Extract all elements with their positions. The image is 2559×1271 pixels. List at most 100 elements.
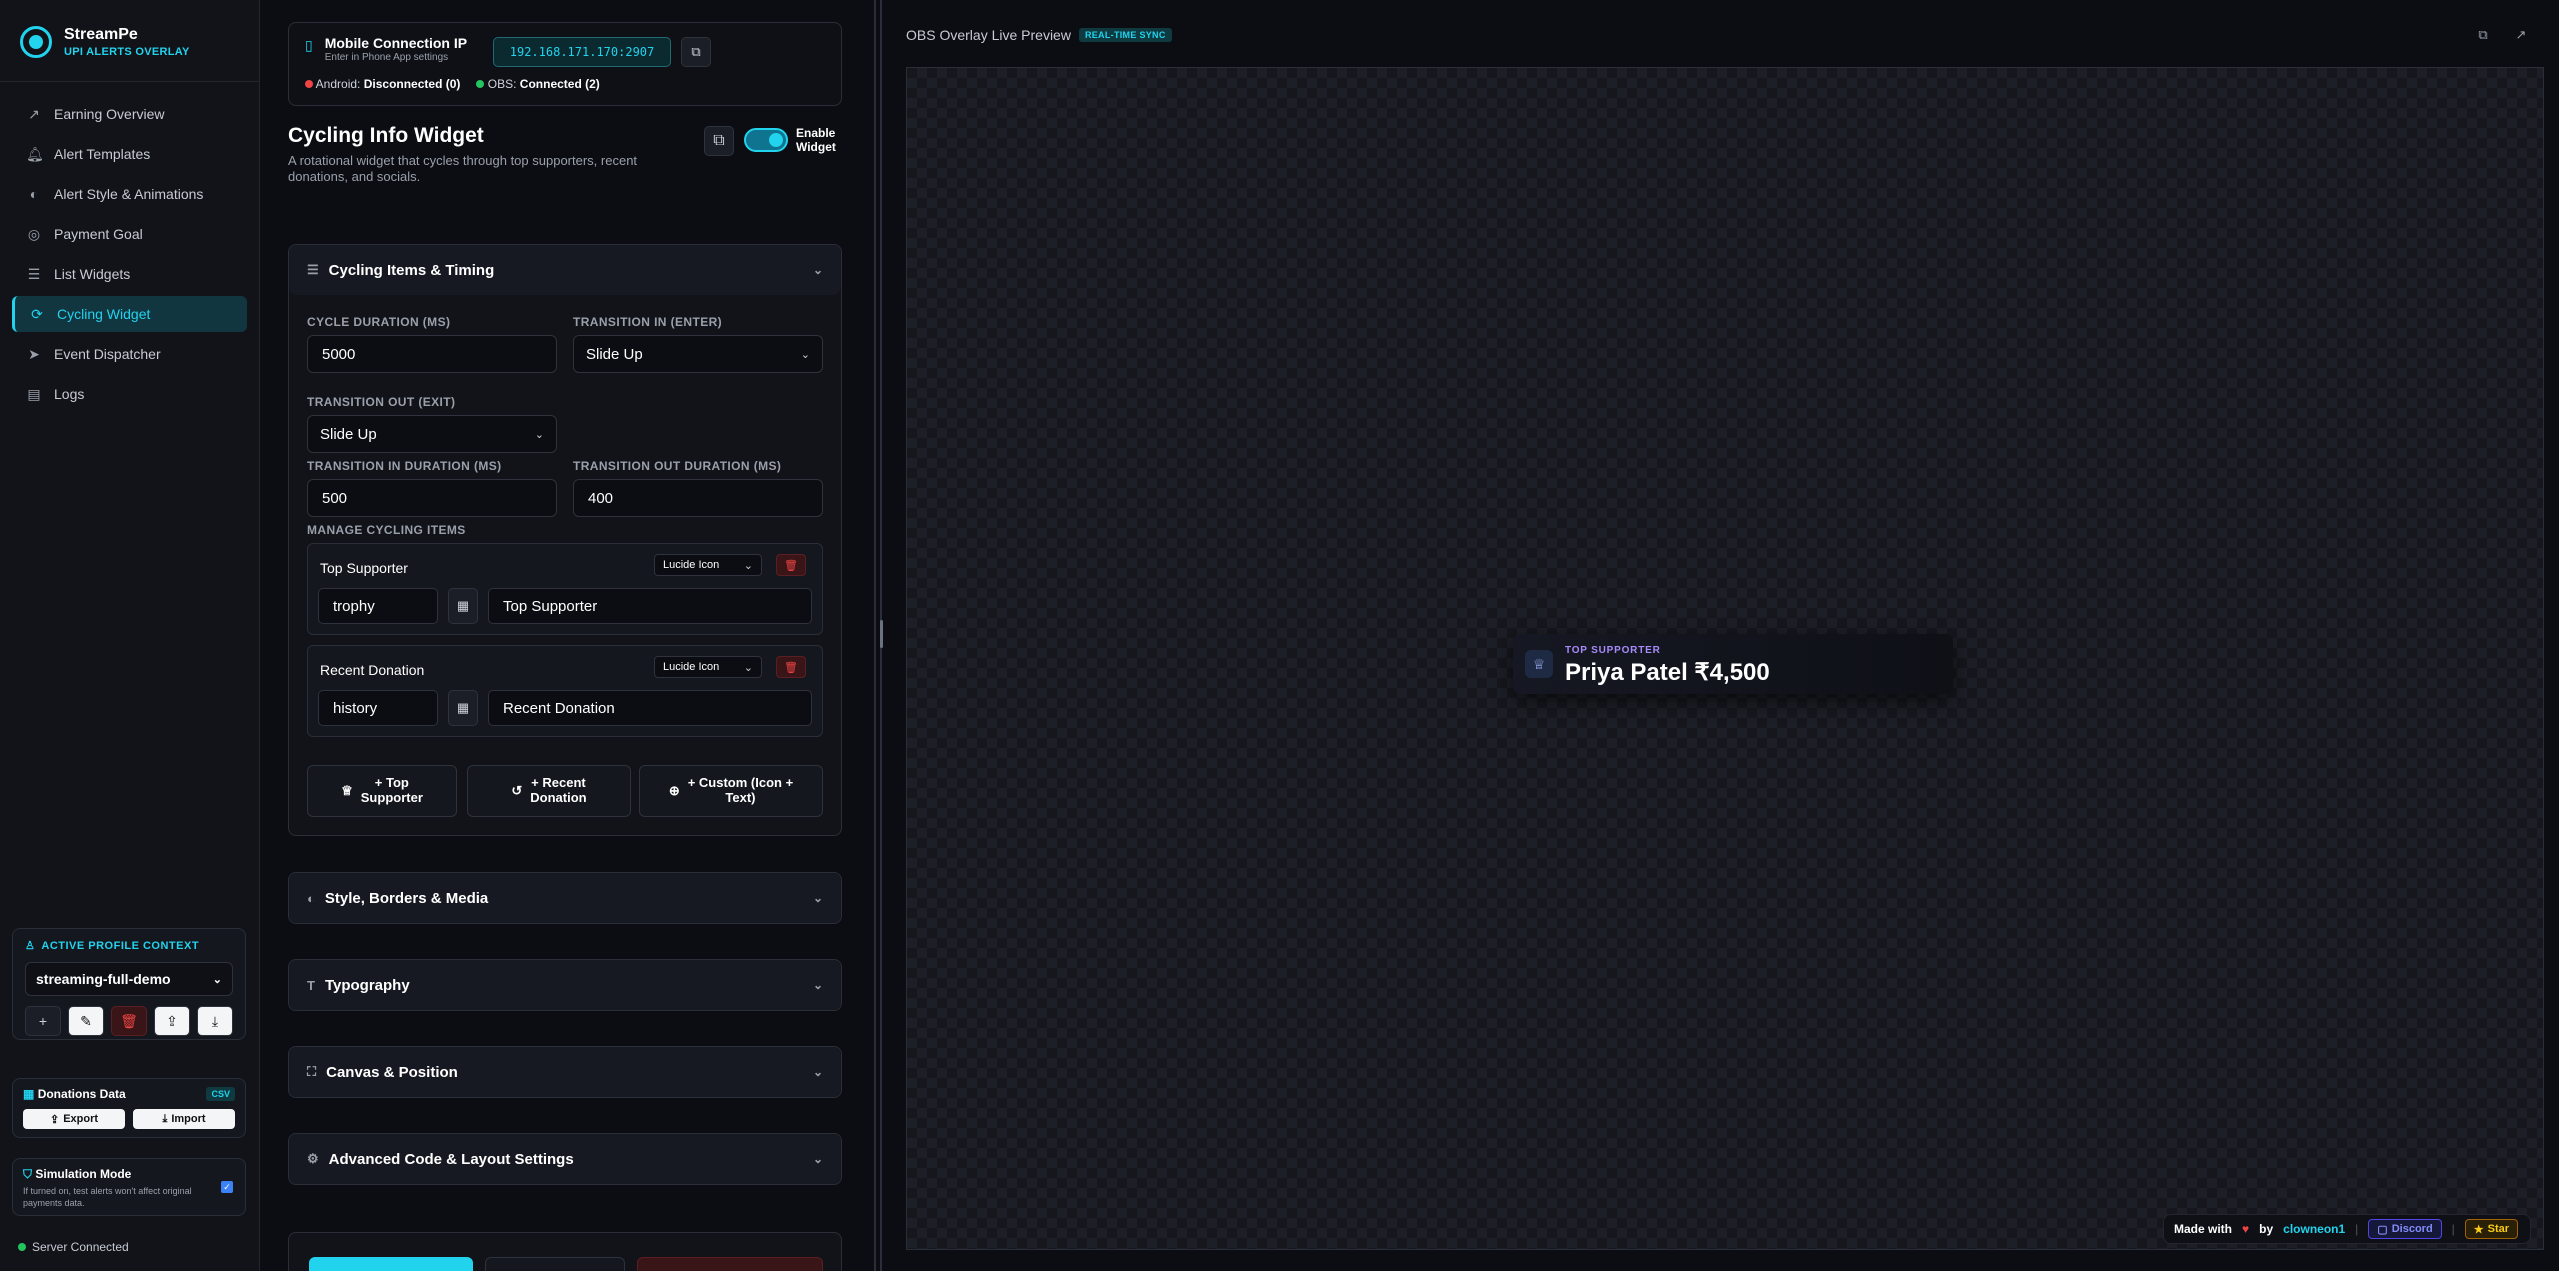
plus-icon: + xyxy=(38,1013,48,1029)
sidebar-item-alert-templates[interactable]: 🔔︎ Alert Templates xyxy=(12,136,247,172)
sidebar-item-list-widgets[interactable]: ☰ List Widgets xyxy=(12,256,247,292)
transition-out-duration-input[interactable]: 400 xyxy=(573,479,823,517)
sidebar-item-label: Logs xyxy=(54,386,85,402)
transition-out-duration-label: TRANSITION OUT DURATION (MS) xyxy=(573,459,782,473)
page-title: Cycling Info Widget xyxy=(288,124,484,147)
sidebar-item-payment-goal[interactable]: ◎ Payment Goal xyxy=(12,216,247,252)
brand: StreamPe UPI ALERTS OVERLAY xyxy=(0,0,259,82)
canvas-position-section: ⛶ Canvas & Position ⌄ xyxy=(288,1046,842,1098)
status-dot-icon xyxy=(476,80,485,88)
icon-picker-button[interactable]: ▦ xyxy=(448,588,478,624)
transition-in-select[interactable]: Slide Up ⌄ xyxy=(573,335,823,373)
style-borders-header[interactable]: ◐ Style, Borders & Media ⌄ xyxy=(289,873,841,923)
save-button[interactable] xyxy=(309,1257,473,1271)
import-button[interactable]: ⤓ Import xyxy=(133,1109,235,1129)
add-items-row: ♕ + Top Supporter ↺ + Recent Donation ⊕ + Cus… xyxy=(307,765,823,817)
cycling-item: Recent Donation Lucide Icon ⌄ 🗑︎ history … xyxy=(307,645,823,737)
cycling-items-body: CYCLE DURATION (MS) 5000 TRANSITION IN (… xyxy=(289,295,841,835)
ip-address-field[interactable]: 192.168.171.170:2907 xyxy=(493,37,671,67)
chevron-down-icon: ⌄ xyxy=(743,559,753,572)
brand-subtitle: UPI ALERTS OVERLAY xyxy=(64,45,190,58)
overlay-value: Priya Patel ₹4,500 xyxy=(1565,659,1770,686)
transition-out-select[interactable]: Slide Up ⌄ xyxy=(307,415,557,453)
action-buttons-bar xyxy=(288,1232,842,1271)
edit-profile-button[interactable]: ✎ xyxy=(68,1006,104,1036)
copy-icon[interactable]: ⧉ xyxy=(2474,26,2492,44)
expand-icon: ⛶ xyxy=(307,1064,317,1079)
delete-profile-button[interactable]: 🗑︎ xyxy=(111,1006,147,1036)
copy-ip-button[interactable]: ⧉ xyxy=(681,37,711,67)
profile-select[interactable]: streaming-full-demo ⌄ xyxy=(25,962,233,996)
chevron-down-icon: ⌄ xyxy=(812,891,823,905)
secondary-button[interactable] xyxy=(485,1257,625,1271)
sidebar-item-label: Alert Style & Animations xyxy=(54,186,204,202)
canvas-position-header[interactable]: ⛶ Canvas & Position ⌄ xyxy=(289,1047,841,1097)
sidebar-item-label: Earning Overview xyxy=(54,106,165,122)
trophy-icon: ♕ xyxy=(341,782,353,798)
add-top-line2: Supporter xyxy=(360,790,423,805)
add-custom-item-button[interactable]: ⊕ + Custom (Icon + Text) xyxy=(639,765,823,817)
cycling-items-header[interactable]: ☰ Cycling Items & Timing ⌄ xyxy=(289,245,841,295)
enable-label-line2: Widget xyxy=(796,140,836,155)
copy-widget-url-button[interactable]: ⧉ xyxy=(704,126,734,156)
palette-icon: ◐ xyxy=(29,186,39,202)
typography-header[interactable]: T Typography ⌄ xyxy=(289,960,841,1010)
import-label: Import xyxy=(171,1113,206,1125)
cycle-duration-input[interactable]: 5000 xyxy=(307,335,557,373)
chevron-down-icon: ⌄ xyxy=(812,1152,823,1166)
sidebar-nav: ↗ Earning Overview 🔔︎ Alert Templates ◐ Ale… xyxy=(0,82,259,430)
upload-icon: ⇪ xyxy=(49,1113,60,1126)
sidebar-item-earning-overview[interactable]: ↗ Earning Overview xyxy=(12,96,247,132)
icon-picker-button[interactable]: ▦ xyxy=(448,690,478,726)
sidebar-item-event-dispatcher[interactable]: ➤ Event Dispatcher xyxy=(12,336,247,372)
page-description: A rotational widget that cycles through … xyxy=(288,153,638,185)
trash-icon: 🗑︎ xyxy=(784,661,798,674)
icon-type-select[interactable]: Lucide Icon ⌄ xyxy=(654,656,762,678)
resize-grip-icon[interactable] xyxy=(880,620,883,648)
download-profile-button[interactable]: ⤓ xyxy=(197,1006,233,1036)
icon-name-input[interactable]: trophy xyxy=(318,588,438,624)
discord-button[interactable]: ▢ Discord xyxy=(2368,1219,2442,1239)
add-top-supporter-button[interactable]: ♕ + Top Supporter xyxy=(307,765,457,817)
sidebar-item-logs[interactable]: ▤ Logs xyxy=(12,376,247,412)
add-profile-button[interactable]: + xyxy=(25,1006,61,1036)
preview-panel: OBS Overlay Live Preview REAL-TIME SYNC ⧉… xyxy=(890,0,2559,1271)
item-text-input[interactable]: Top Supporter xyxy=(488,588,812,624)
export-button[interactable]: ⇪ Export xyxy=(23,1109,125,1129)
app-root: StreamPe UPI ALERTS OVERLAY ↗ Earning Ove… xyxy=(0,0,2559,1271)
item-text-input[interactable]: Recent Donation xyxy=(488,690,812,726)
server-status: Server Connected xyxy=(18,1240,129,1254)
icon-name-input[interactable]: history xyxy=(318,690,438,726)
made-with-text: Made with xyxy=(2174,1222,2233,1236)
external-link-icon[interactable]: ↗ xyxy=(2512,26,2530,44)
sidebar-item-label: Cycling Widget xyxy=(57,306,151,322)
connection-subtitle: Enter in Phone App settings xyxy=(324,52,449,63)
add-recent-donation-button[interactable]: ↺ + Recent Donation xyxy=(467,765,631,817)
icon-type-select[interactable]: Lucide Icon ⌄ xyxy=(654,554,762,576)
add-top-supporter-label: + Top Supporter xyxy=(360,775,423,806)
download-icon: ⤓ xyxy=(162,1112,168,1125)
star-button[interactable]: ★ Star xyxy=(2464,1219,2519,1239)
author-link[interactable]: clowneon1 xyxy=(2283,1222,2345,1236)
simulation-checkbox[interactable]: ✓ xyxy=(221,1181,233,1193)
simulation-title: ⛉ Simulation Mode xyxy=(23,1167,235,1182)
section-title: Cycling Items & Timing xyxy=(328,261,495,279)
export-label: Export xyxy=(63,1113,99,1125)
sidebar-item-alert-style[interactable]: ◐ Alert Style & Animations xyxy=(12,176,247,212)
delete-item-button[interactable]: 🗑︎ xyxy=(776,554,806,576)
transition-in-duration-input[interactable]: 500 xyxy=(307,479,557,517)
chevron-down-icon: ⌄ xyxy=(800,348,810,361)
user-icon: ♙ xyxy=(25,940,36,952)
advanced-settings-section: ⚙ Advanced Code & Layout Settings ⌄ xyxy=(288,1133,842,1185)
discord-label: Discord xyxy=(2391,1223,2433,1235)
reset-button[interactable] xyxy=(637,1257,823,1271)
enable-widget-toggle[interactable] xyxy=(744,128,788,152)
advanced-settings-header[interactable]: ⚙ Advanced Code & Layout Settings ⌄ xyxy=(289,1134,841,1184)
profile-actions: + ✎ 🗑︎ ⇪ ⤓ xyxy=(25,1006,233,1036)
delete-item-button[interactable]: 🗑︎ xyxy=(776,656,806,678)
upload-icon: ⇪ xyxy=(166,1012,178,1029)
chevron-down-icon: ⌄ xyxy=(812,978,823,992)
sidebar-item-cycling-widget[interactable]: ⟳ Cycling Widget xyxy=(12,296,247,332)
upload-profile-button[interactable]: ⇪ xyxy=(154,1006,190,1036)
realtime-sync-badge: REAL-TIME SYNC xyxy=(1078,28,1172,42)
